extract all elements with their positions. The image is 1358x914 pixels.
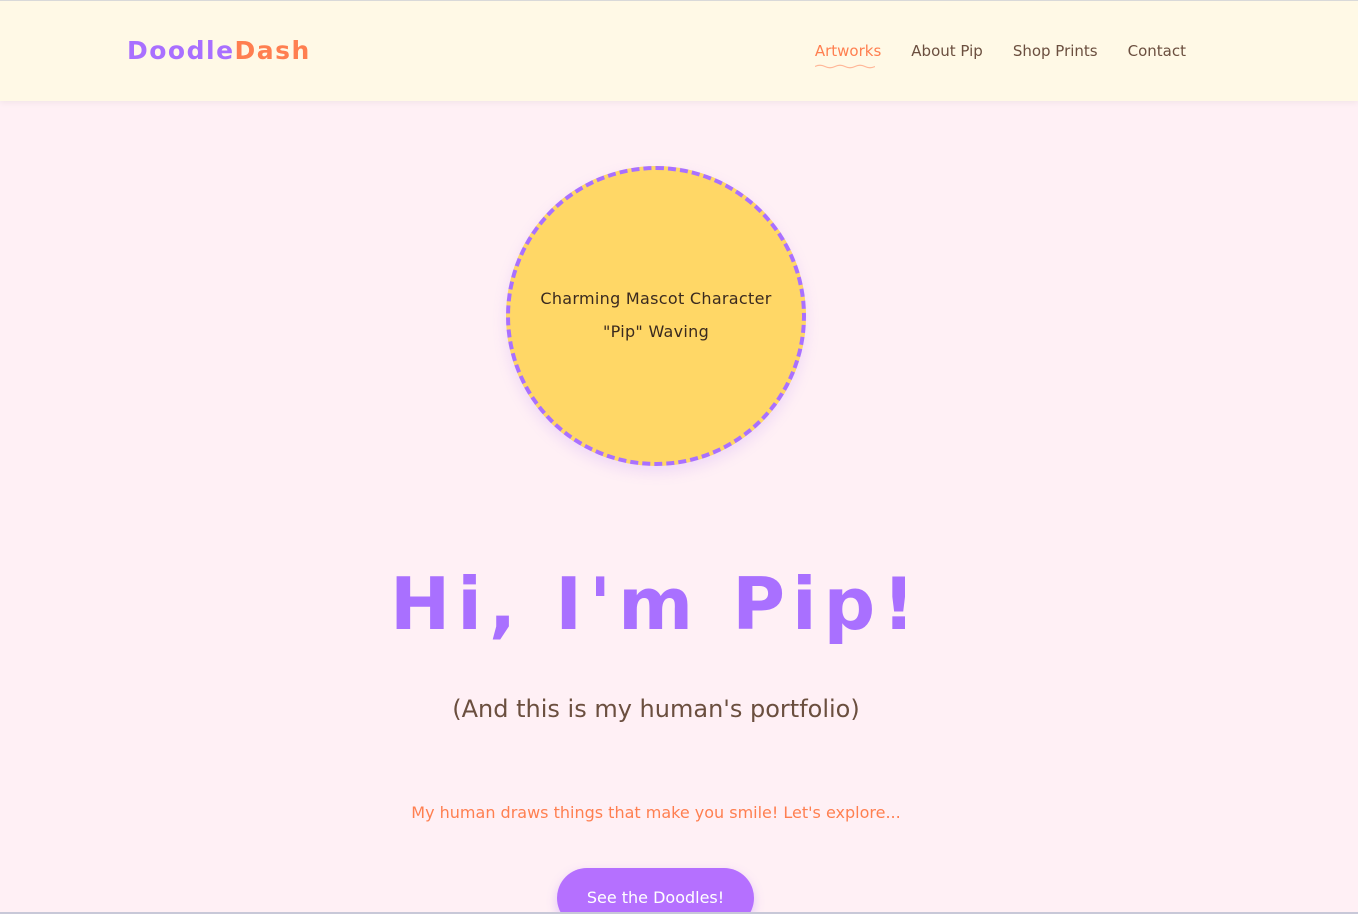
mascot-placeholder-circle: Charming Mascot Character "Pip" Waving xyxy=(506,166,806,466)
hero-subtitle: (And this is my human's portfolio) xyxy=(452,695,860,723)
logo-word-doodle: Doodle xyxy=(127,36,235,65)
hero-tagline: My human draws things that make you smil… xyxy=(411,803,901,822)
site-logo[interactable]: DoodleDash xyxy=(127,35,311,67)
logo-word-dash: Dash xyxy=(234,36,311,65)
nav-link-artworks[interactable]: Artworks xyxy=(814,41,882,69)
mascot-caption-line1: Charming Mascot Character xyxy=(540,289,772,308)
nav-link-artworks-label: Artworks xyxy=(814,42,882,60)
nav-link-contact[interactable]: Contact xyxy=(1128,41,1186,67)
nav-link-about-pip[interactable]: About Pip xyxy=(911,41,983,67)
active-underline-squiggle xyxy=(814,64,875,69)
main-nav: Artworks About Pip Shop Prints Contact xyxy=(814,41,1186,69)
mascot-caption-line2: "Pip" Waving xyxy=(602,322,710,341)
nav-link-about-pip-label: About Pip xyxy=(911,42,983,60)
mascot-caption: Charming Mascot Character "Pip" Waving xyxy=(540,282,771,348)
site-header: DoodleDash Artworks About Pip Shop Print… xyxy=(0,1,1358,101)
page: DoodleDash Artworks About Pip Shop Print… xyxy=(0,0,1358,914)
nav-link-shop-prints-label: Shop Prints xyxy=(1012,42,1098,60)
see-doodles-button[interactable]: See the Doodles! xyxy=(557,868,754,914)
nav-link-shop-prints[interactable]: Shop Prints xyxy=(1013,41,1098,67)
hero-title: Hi, I'm Pip! xyxy=(389,562,923,646)
nav-link-contact-label: Contact xyxy=(1127,42,1186,60)
